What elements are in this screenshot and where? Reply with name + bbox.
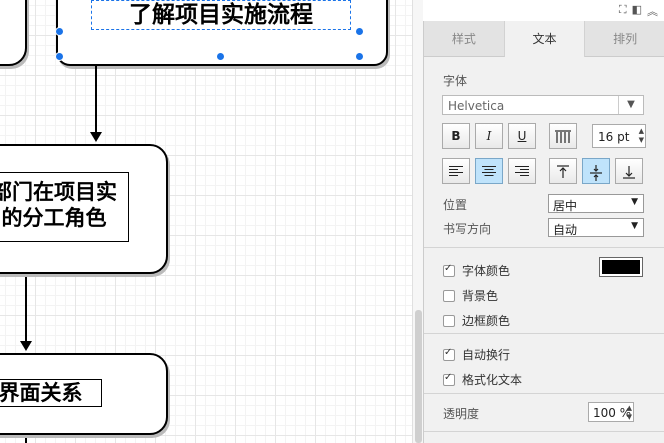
- diagram-canvas[interactable]: 了解项目实施流程 部门在项目实 的分工角色 界面关系: [0, 0, 412, 443]
- checkbox-checked[interactable]: [443, 347, 455, 361]
- panel-tabs: 样式 文本 排列: [424, 21, 664, 57]
- align-middle-icon: [590, 165, 602, 181]
- flow-node-interface-relations[interactable]: 界面关系: [0, 353, 168, 435]
- checkbox-unchecked[interactable]: [443, 314, 455, 327]
- align-top-button[interactable]: [549, 158, 577, 184]
- align-right-button[interactable]: [508, 158, 536, 184]
- align-right-icon: [515, 166, 529, 176]
- flow-node-department-roles[interactable]: 部门在项目实 的分工角色: [0, 144, 168, 274]
- checkbox-checked[interactable]: [443, 263, 455, 277]
- node-label-line-2: 的分工角色: [1, 206, 107, 231]
- divider: [424, 431, 664, 432]
- align-left-icon: [449, 166, 463, 176]
- border-color-label: 边框颜色: [462, 314, 511, 328]
- align-middle-button[interactable]: [582, 158, 610, 184]
- divider: [424, 393, 664, 394]
- opacity-label: 透明度: [443, 407, 480, 421]
- node-label-line-1: 部门在项目实: [0, 180, 117, 204]
- top-toolbar: ⛶ ◧ ︽: [423, 0, 664, 22]
- stepper-arrows-icon[interactable]: ▲ ▼: [639, 127, 644, 145]
- chevron-down-icon: ▼: [631, 221, 638, 231]
- opacity-value: 100 %: [593, 406, 632, 420]
- align-left-button[interactable]: [442, 158, 470, 184]
- divider: [424, 333, 664, 334]
- format-panel: 样式 文本 排列 字体 Helvetica ▼ B I U 16 pt ▲ ▼ 位…: [423, 21, 664, 443]
- font-color-label: 字体颜色: [462, 264, 511, 278]
- bold-button[interactable]: B: [442, 123, 470, 149]
- node-label-box: 界面关系: [0, 379, 102, 407]
- stepper-arrows-icon[interactable]: ▲ ▼: [627, 404, 632, 422]
- align-top-icon: [557, 165, 569, 178]
- scrollbar-thumb[interactable]: [415, 310, 422, 443]
- font-size-value: 16 pt: [598, 130, 630, 144]
- opacity-stepper[interactable]: 100 % ▲ ▼: [588, 402, 634, 422]
- tab-arrange[interactable]: 排列: [585, 21, 664, 57]
- font-color-checkbox[interactable]: 字体颜色: [443, 262, 510, 279]
- direction-label: 书写方向: [443, 222, 492, 236]
- bg-color-label: 背景色: [462, 289, 499, 303]
- format-panel-icon[interactable]: ◧: [632, 3, 642, 19]
- font-color-swatch[interactable]: [599, 257, 643, 277]
- position-label: 位置: [443, 198, 468, 212]
- checkbox-checked[interactable]: [443, 372, 455, 386]
- direction-select[interactable]: 自动 ▼: [548, 218, 644, 237]
- border-color-checkbox[interactable]: 边框颜色: [443, 312, 510, 329]
- vertical-text-button[interactable]: [549, 123, 577, 149]
- font-family-value: Helvetica: [448, 99, 505, 113]
- align-center-button[interactable]: [475, 158, 503, 184]
- position-select[interactable]: 居中 ▼: [548, 194, 644, 213]
- bg-color-checkbox[interactable]: 背景色: [443, 287, 498, 304]
- font-section-title: 字体: [443, 74, 468, 88]
- vertical-text-icon: [555, 130, 571, 143]
- word-wrap-label: 自动换行: [462, 348, 511, 362]
- collapse-icon[interactable]: ︽: [647, 3, 658, 19]
- node-label: 界面关系: [0, 381, 83, 405]
- checkbox-unchecked[interactable]: [443, 289, 455, 302]
- italic-button[interactable]: I: [475, 123, 503, 149]
- chevron-down-icon: ▼: [631, 197, 638, 207]
- font-family-select[interactable]: Helvetica ▼: [442, 95, 644, 115]
- tab-text[interactable]: 文本: [504, 21, 586, 57]
- font-size-stepper[interactable]: 16 pt ▲ ▼: [592, 124, 646, 148]
- divider: [424, 247, 664, 248]
- direction-value: 自动: [553, 223, 578, 237]
- position-value: 居中: [553, 199, 578, 213]
- align-center-icon: [482, 166, 496, 176]
- word-wrap-checkbox[interactable]: 自动换行: [443, 346, 510, 363]
- tab-style[interactable]: 样式: [424, 21, 505, 57]
- color-fill: [602, 260, 640, 274]
- align-bottom-button[interactable]: [615, 158, 643, 184]
- align-bottom-icon: [623, 166, 635, 179]
- chevron-down-icon: ▼: [618, 96, 643, 114]
- fit-icon[interactable]: ⛶: [619, 3, 627, 19]
- formatted-text-label: 格式化文本: [462, 373, 523, 387]
- underline-button[interactable]: U: [508, 123, 536, 149]
- node-label-box: 部门在项目实 的分工角色: [0, 172, 129, 242]
- formatted-text-checkbox[interactable]: 格式化文本: [443, 371, 522, 388]
